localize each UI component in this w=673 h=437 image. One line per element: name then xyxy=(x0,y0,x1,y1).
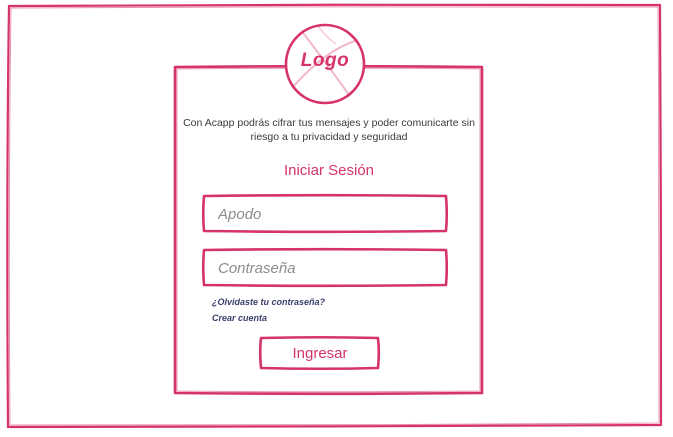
create-account-link[interactable]: Crear cuenta xyxy=(212,313,267,323)
password-input[interactable] xyxy=(206,252,444,284)
login-submit-button[interactable]: Ingresar xyxy=(262,339,378,367)
forgot-password-link[interactable]: ¿Olvidaste tu contraseña? xyxy=(212,297,325,307)
logo-text: Logo xyxy=(300,50,350,71)
nickname-input[interactable] xyxy=(206,198,444,230)
login-title: Iniciar Sesión xyxy=(283,162,375,179)
app-description: Con Acapp podrás cifrar tus mensajes y p… xyxy=(183,117,475,143)
